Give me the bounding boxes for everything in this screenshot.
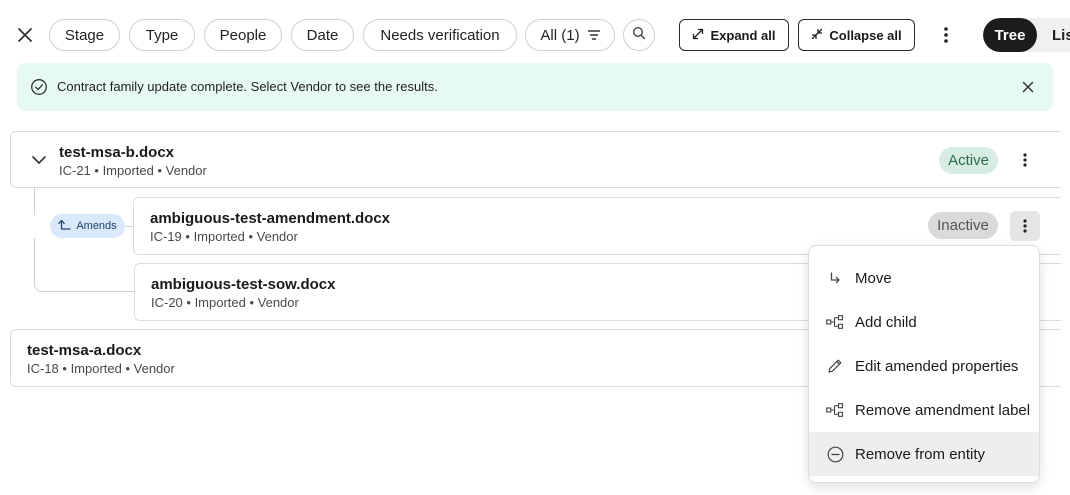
menu-item-remove-from-entity[interactable]: Remove from entity	[809, 432, 1039, 476]
filter-all[interactable]: All (1)	[525, 19, 615, 51]
corner-up-arrow-icon	[58, 219, 71, 233]
tree-row-root[interactable]: test-msa-b.docx IC-21 • Imported • Vendo…	[10, 131, 1061, 188]
collapse-icon	[811, 28, 823, 43]
menu-item-label: Remove amendment label	[855, 401, 1031, 419]
filter-people-label: People	[219, 26, 267, 44]
row-meta: IC-21 • Imported • Vendor	[59, 163, 207, 178]
row-meta: IC-19 • Imported • Vendor	[150, 229, 298, 244]
row-more-icon[interactable]	[1010, 211, 1040, 241]
amends-label: Amends	[76, 220, 117, 232]
collapse-all-label: Collapse all	[829, 27, 902, 43]
row-title: test-msa-b.docx	[59, 144, 175, 161]
move-arrow-icon	[825, 268, 845, 288]
menu-item-move[interactable]: Move	[809, 256, 1039, 300]
toolbar: Stage Type People Date Needs verificatio…	[0, 0, 1070, 70]
search-button[interactable]	[623, 19, 655, 51]
filter-type-label: Type	[145, 26, 179, 44]
collapse-all-button[interactable]: Collapse all	[798, 19, 915, 51]
expand-all-button[interactable]: Expand all	[679, 19, 789, 51]
filter-stage[interactable]: Stage	[49, 19, 120, 51]
filter-stage-label: Stage	[64, 26, 105, 44]
menu-item-edit-amended-properties[interactable]: Edit amended properties	[809, 344, 1039, 388]
success-banner: Contract family update complete. Select …	[17, 63, 1053, 111]
menu-item-label: Add child	[855, 313, 917, 331]
filter-needs-verification-label: Needs verification	[380, 26, 500, 44]
filter-needs-verification[interactable]: Needs verification	[363, 19, 517, 51]
tree-connector	[34, 188, 35, 215]
tree-connector	[34, 238, 134, 292]
menu-item-label: Move	[855, 269, 892, 287]
row-title: ambiguous-test-amendment.docx	[150, 210, 391, 227]
close-icon[interactable]	[14, 24, 36, 46]
filter-type[interactable]: Type	[129, 19, 195, 51]
filter-date-label: Date	[306, 26, 339, 44]
row-more-icon[interactable]	[1010, 145, 1040, 175]
menu-item-add-child[interactable]: Add child	[809, 300, 1039, 344]
row-title: ambiguous-test-sow.docx	[151, 276, 336, 293]
more-options-icon[interactable]	[934, 23, 958, 47]
amends-relation-badge: Amends	[50, 214, 125, 238]
filter-people[interactable]: People	[204, 19, 282, 51]
expand-icon	[692, 28, 704, 43]
filter-all-label: All (1)	[540, 26, 580, 44]
filter-date[interactable]: Date	[291, 19, 354, 51]
status-badge-inactive: Inactive	[928, 212, 998, 239]
banner-close-icon[interactable]	[1020, 79, 1036, 95]
filter-lines-icon	[587, 30, 600, 40]
check-circle-icon	[30, 78, 48, 96]
view-tree-button[interactable]: Tree	[983, 18, 1037, 52]
pencil-icon	[825, 356, 845, 376]
row-context-menu: Move Add child Edit amended properties R…	[808, 245, 1040, 483]
row-meta: IC-20 • Imported • Vendor	[151, 295, 299, 310]
menu-item-label: Remove from entity	[855, 445, 986, 463]
menu-item-label: Edit amended properties	[855, 357, 1019, 375]
banner-message: Contract family update complete. Select …	[57, 79, 438, 94]
menu-item-remove-amendment-label[interactable]: Remove amendment label	[809, 388, 1039, 432]
status-badge-active: Active	[939, 147, 998, 174]
row-meta: IC-18 • Imported • Vendor	[27, 361, 175, 376]
row-title: test-msa-a.docx	[27, 342, 142, 359]
view-list-button[interactable]: List	[1052, 18, 1070, 52]
hierarchy-icon	[825, 312, 845, 332]
expand-all-label: Expand all	[710, 27, 776, 43]
chevron-down-icon[interactable]	[29, 150, 49, 170]
search-icon	[632, 26, 646, 45]
hierarchy-icon	[825, 400, 845, 420]
view-toggle: Tree List	[983, 18, 1070, 52]
minus-circle-icon	[825, 444, 845, 464]
